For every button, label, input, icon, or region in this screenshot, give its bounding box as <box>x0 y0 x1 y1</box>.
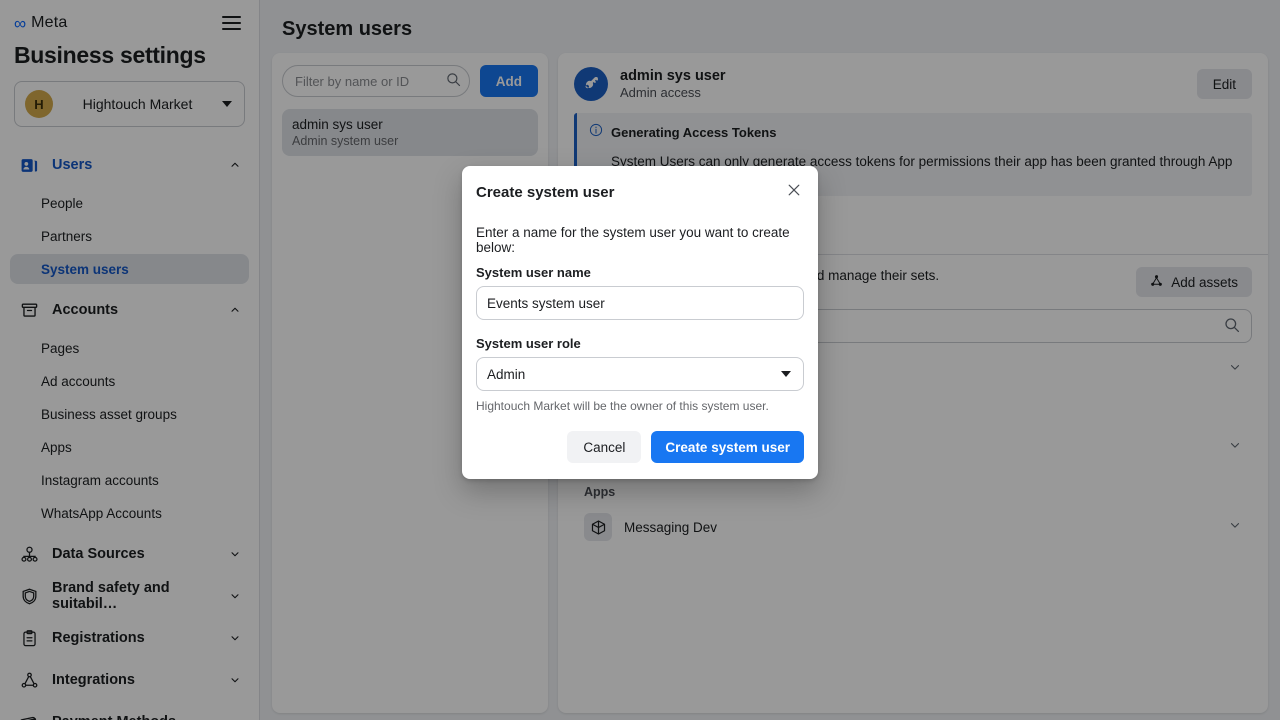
chevron-down-icon <box>781 371 791 377</box>
system-user-role-select[interactable]: Admin <box>476 357 804 391</box>
system-user-role-select-wrap: Admin <box>476 357 804 391</box>
close-icon[interactable] <box>784 180 804 205</box>
system-user-name-input[interactable] <box>476 286 804 320</box>
dialog-title: Create system user <box>476 184 615 201</box>
dialog-header: Create system user <box>462 166 818 213</box>
create-system-user-dialog: Create system user Enter a name for the … <box>462 166 818 479</box>
dialog-footer: Cancel Create system user <box>462 413 818 479</box>
create-system-user-button[interactable]: Create system user <box>651 431 804 463</box>
system-user-role-value: Admin <box>487 366 526 382</box>
system-user-role-label: System user role <box>476 336 581 351</box>
dialog-description: Enter a name for the system user you wan… <box>476 225 790 255</box>
system-user-name-label: System user name <box>476 265 591 280</box>
dialog-body: Enter a name for the system user you wan… <box>462 213 818 413</box>
app-root: ∞ Meta Business settings H Hightouch Mar… <box>0 0 1280 720</box>
owner-helper-text: Hightouch Market will be the owner of th… <box>476 399 769 413</box>
cancel-button[interactable]: Cancel <box>567 431 642 463</box>
